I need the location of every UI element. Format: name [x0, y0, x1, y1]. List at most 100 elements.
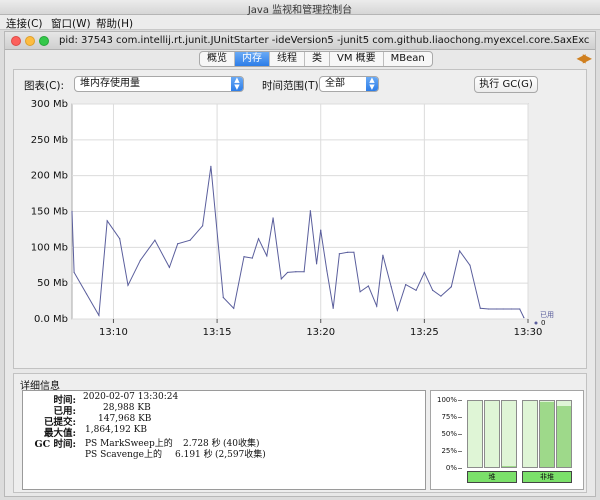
data-point: [432, 289, 434, 291]
y-tick-label: 0.0 Mb: [34, 314, 68, 325]
y-tick-label: 250 Mb: [31, 135, 68, 146]
heap-pool-bar[interactable]: [484, 400, 500, 468]
data-point: [177, 243, 179, 245]
x-tick-label: 13:30: [514, 327, 543, 338]
memory-chart: 0.0 Mb 50 Mb 100 Mb 150 Mb 200 Mb 250 Mb 300 M…: [14, 96, 586, 368]
data-point: [119, 238, 121, 240]
details-panel: 详细信息 时间: 2020-02-07 13:30:24 已用: 28,988 …: [13, 373, 587, 493]
tab-mbean[interactable]: MBean: [384, 52, 432, 66]
heap-button[interactable]: 堆: [467, 471, 517, 483]
data-point: [450, 286, 452, 288]
x-tick-label: 13:20: [306, 327, 335, 338]
menu-help[interactable]: 帮助(H): [96, 16, 133, 31]
chart-selector[interactable]: 堆内存使用量 ▲ ▼: [74, 76, 244, 92]
data-point: [315, 263, 318, 265]
nonheap-pool-bar[interactable]: [522, 400, 538, 468]
data-point: [222, 296, 224, 299]
data-point: [106, 220, 108, 222]
heap-pool-bar[interactable]: [467, 400, 483, 468]
data-point: [415, 289, 417, 291]
details-info: 时间: 2020-02-07 13:30:24 已用: 28,988 KB 已提…: [22, 390, 426, 490]
connection-title: pid: 37543 com.intellij.rt.junit.JUnitSt…: [59, 35, 589, 46]
data-point: [272, 217, 274, 219]
percent-tick-mark: [458, 468, 462, 469]
data-point: [423, 271, 425, 274]
y-tick-label: 50 Mb: [37, 278, 68, 289]
perform-gc-button[interactable]: 执行 GC(G): [474, 76, 538, 93]
y-tick-label: 300 Mb: [31, 99, 68, 110]
connection-window: pid: 37543 com.intellij.rt.junit.JUnitSt…: [4, 31, 596, 497]
data-point: [359, 291, 361, 293]
connection-titlebar: pid: 37543 com.intellij.rt.junit.JUnitSt…: [5, 32, 595, 50]
tab-bar: 概览 内存 线程 类 VM 概要 MBean: [199, 51, 433, 67]
data-point: [376, 305, 378, 307]
tab-overview[interactable]: 概览: [200, 52, 235, 66]
y-tick-label: 100 Mb: [31, 242, 68, 253]
gc-row-count: (2,597收集): [215, 450, 266, 460]
data-point: [295, 271, 297, 273]
time-value: 2020-02-07 13:30:24: [83, 392, 179, 402]
memory-pools-panel: 100% 75% 50% 25% 0% 堆 非堆: [430, 390, 584, 490]
data-point: [523, 316, 525, 319]
data-point: [233, 307, 235, 309]
tab-memory[interactable]: 内存: [235, 52, 270, 66]
data-point: [332, 307, 334, 309]
chart-selector-label: 图表(C):: [24, 80, 65, 92]
menu-connection[interactable]: 连接(C): [6, 16, 43, 31]
minimize-window-button[interactable]: [25, 36, 35, 46]
disconnect-icon[interactable]: ◀▶: [577, 51, 593, 65]
nonheap-button[interactable]: 非堆: [522, 471, 572, 483]
percent-tick-mark: [458, 434, 462, 435]
data-point: [488, 308, 490, 310]
percent-tick: 50%: [441, 430, 457, 438]
legend-label-used: 已用: [540, 311, 554, 319]
data-point: [251, 257, 253, 259]
nonheap-pool-bar[interactable]: [556, 400, 572, 468]
y-tick-label: 150 Mb: [31, 207, 68, 218]
data-point: [98, 314, 100, 317]
heap-pool-bar[interactable]: [501, 400, 517, 468]
legend-value-used: 0: [541, 319, 545, 327]
menu-window[interactable]: 窗口(W): [51, 16, 91, 31]
maximize-window-button[interactable]: [39, 36, 49, 46]
time-range-selector[interactable]: 全部 ▲ ▼: [319, 76, 379, 92]
data-point: [396, 309, 399, 311]
data-point: [459, 250, 461, 252]
data-point: [303, 271, 305, 273]
legend-marker-used: [534, 321, 538, 325]
data-point: [502, 308, 504, 310]
data-point: [168, 266, 171, 268]
data-point: [280, 278, 282, 280]
data-point: [390, 286, 392, 288]
data-point: [353, 251, 355, 253]
percent-tick: 25%: [441, 447, 457, 455]
memory-chart-svg: 0.0 Mb 50 Mb 100 Mb 150 Mb 200 Mb 250 Mb 300 M…: [31, 99, 554, 338]
used-value: 28,988 KB: [103, 403, 151, 413]
percent-tick-mark: [458, 417, 462, 418]
tab-vm-summary[interactable]: VM 概要: [330, 52, 384, 66]
percent-tick: 100%: [436, 396, 457, 404]
data-point: [510, 308, 513, 310]
y-tick-label: 200 Mb: [31, 171, 68, 182]
percent-tick: 0%: [445, 464, 457, 472]
x-tick-label: 13:10: [99, 327, 128, 338]
percent-tick-mark: [458, 451, 462, 452]
data-point: [85, 293, 88, 295]
committed-value: 147,968 KB: [98, 414, 152, 424]
time-range-label: 时间范围(T):: [262, 80, 323, 92]
tab-classes[interactable]: 类: [305, 52, 330, 66]
data-point: [189, 239, 191, 241]
percent-tick: 75%: [441, 413, 457, 421]
chevron-updown-icon: ▲ ▼: [231, 77, 243, 91]
x-tick-label: 13:25: [410, 327, 439, 338]
time-range-value: 全部: [325, 78, 345, 89]
data-point: [382, 254, 384, 256]
chart-selector-value: 堆内存使用量: [80, 78, 140, 89]
close-window-button[interactable]: [11, 36, 21, 46]
data-point: [309, 210, 311, 212]
nonheap-pool-bar[interactable]: [539, 400, 555, 468]
tab-threads[interactable]: 线程: [270, 52, 305, 66]
data-point: [266, 255, 268, 257]
chevron-updown-icon: ▲ ▼: [366, 77, 378, 91]
data-point: [73, 271, 75, 274]
